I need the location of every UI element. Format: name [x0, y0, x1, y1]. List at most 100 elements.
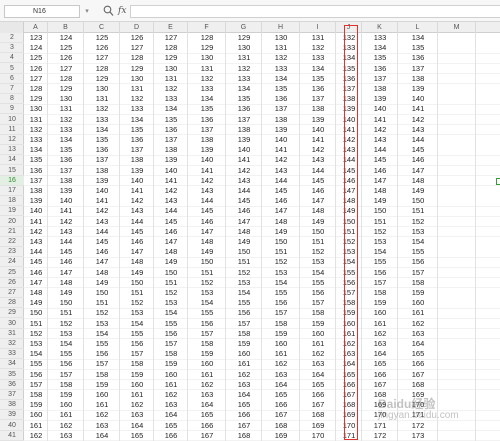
cell-c22[interactable]: 145 [84, 237, 120, 247]
cell-l13[interactable]: 145 [398, 145, 438, 155]
cell-b16[interactable]: 138 [48, 176, 84, 186]
cell-b14[interactable]: 136 [48, 155, 84, 165]
cell-a37[interactable]: 158 [24, 390, 48, 400]
cell-h41[interactable]: 169 [262, 431, 300, 441]
cell-d12[interactable]: 136 [120, 135, 154, 145]
cell-i5[interactable]: 134 [300, 64, 336, 74]
cell-k36[interactable]: 167 [362, 380, 398, 390]
cell-e15[interactable]: 140 [154, 166, 188, 176]
cell-e7[interactable]: 132 [154, 84, 188, 94]
cell-b8[interactable]: 130 [48, 94, 84, 104]
cell-a40[interactable]: 161 [24, 421, 48, 431]
cell-e26[interactable]: 151 [154, 278, 188, 288]
cell-f14[interactable]: 140 [188, 155, 226, 165]
cell-i27[interactable]: 156 [300, 288, 336, 298]
cell-a30[interactable]: 151 [24, 319, 48, 329]
cell-h14[interactable]: 142 [262, 155, 300, 165]
cell-i16[interactable]: 145 [300, 176, 336, 186]
cell-g40[interactable]: 167 [226, 421, 262, 431]
cell-k6[interactable]: 137 [362, 74, 398, 84]
cell-b10[interactable]: 132 [48, 115, 84, 125]
cell-l14[interactable]: 146 [398, 155, 438, 165]
row-header-33[interactable]: 33 [0, 349, 24, 360]
cell-g5[interactable]: 132 [226, 64, 262, 74]
cell-e11[interactable]: 136 [154, 125, 188, 135]
cell-a14[interactable]: 135 [24, 155, 48, 165]
cell-l25[interactable]: 157 [398, 268, 438, 278]
cell-d15[interactable]: 139 [120, 166, 154, 176]
cell-l9[interactable]: 141 [398, 104, 438, 114]
cell-h38[interactable]: 166 [262, 400, 300, 410]
cell-f15[interactable]: 141 [188, 166, 226, 176]
cell-a38[interactable]: 159 [24, 400, 48, 410]
cell-e3[interactable]: 128 [154, 43, 188, 53]
row-header-8[interactable]: 8 [0, 94, 24, 105]
cell-k29[interactable]: 160 [362, 308, 398, 318]
cell-a7[interactable]: 128 [24, 84, 48, 94]
column-header-l[interactable]: L [398, 22, 438, 33]
cell-h25[interactable]: 153 [262, 268, 300, 278]
cell-e39[interactable]: 164 [154, 410, 188, 420]
cell-k24[interactable]: 155 [362, 257, 398, 267]
cell-k13[interactable]: 144 [362, 145, 398, 155]
cell-e13[interactable]: 138 [154, 145, 188, 155]
cell-c38[interactable]: 161 [84, 400, 120, 410]
cell-i26[interactable]: 155 [300, 278, 336, 288]
cell-d9[interactable]: 133 [120, 104, 154, 114]
cell-i11[interactable]: 140 [300, 125, 336, 135]
cell-g22[interactable]: 149 [226, 237, 262, 247]
cell-g30[interactable]: 157 [226, 319, 262, 329]
cell-h39[interactable]: 167 [262, 410, 300, 420]
cell-l31[interactable]: 163 [398, 329, 438, 339]
cell-i25[interactable]: 154 [300, 268, 336, 278]
row-header-2[interactable]: 2 [0, 33, 24, 43]
cell-d37[interactable]: 161 [120, 390, 154, 400]
cell-c5[interactable]: 128 [84, 64, 120, 74]
cell-h7[interactable]: 135 [262, 84, 300, 94]
cell-b17[interactable]: 139 [48, 186, 84, 196]
cell-g41[interactable]: 168 [226, 431, 262, 441]
cell-c3[interactable]: 126 [84, 43, 120, 53]
cell-e23[interactable]: 148 [154, 247, 188, 257]
cell-d22[interactable]: 146 [120, 237, 154, 247]
cell-g36[interactable]: 163 [226, 380, 262, 390]
cell-k18[interactable]: 149 [362, 196, 398, 206]
cell-a23[interactable]: 144 [24, 247, 48, 257]
cell-l15[interactable]: 147 [398, 166, 438, 176]
cell-d39[interactable]: 163 [120, 410, 154, 420]
cell-h18[interactable]: 146 [262, 196, 300, 206]
cell-b25[interactable]: 147 [48, 268, 84, 278]
cell-d4[interactable]: 128 [120, 53, 154, 63]
cell-e12[interactable]: 137 [154, 135, 188, 145]
cell-i31[interactable]: 160 [300, 329, 336, 339]
row-header-28[interactable]: 28 [0, 298, 24, 309]
cell-l41[interactable]: 173 [398, 431, 438, 441]
cell-a34[interactable]: 155 [24, 359, 48, 369]
cell-a26[interactable]: 147 [24, 278, 48, 288]
fx-icon[interactable]: fx [118, 4, 126, 18]
cell-c6[interactable]: 129 [84, 74, 120, 84]
cell-f5[interactable]: 131 [188, 64, 226, 74]
cell-d38[interactable]: 162 [120, 400, 154, 410]
cell-c15[interactable]: 138 [84, 166, 120, 176]
cell-b6[interactable]: 128 [48, 74, 84, 84]
cell-h32[interactable]: 160 [262, 339, 300, 349]
cell-f27[interactable]: 153 [188, 288, 226, 298]
cell-l16[interactable]: 148 [398, 176, 438, 186]
cell-h30[interactable]: 158 [262, 319, 300, 329]
cell-i15[interactable]: 144 [300, 166, 336, 176]
row-header-4[interactable]: 4 [0, 53, 24, 64]
cell-d33[interactable]: 157 [120, 349, 154, 359]
cell-e30[interactable]: 155 [154, 319, 188, 329]
cell-i35[interactable]: 164 [300, 370, 336, 380]
cell-e14[interactable]: 139 [154, 155, 188, 165]
cell-k41[interactable]: 172 [362, 431, 398, 441]
row-header-35[interactable]: 35 [0, 370, 24, 380]
cell-h11[interactable]: 139 [262, 125, 300, 135]
cell-l29[interactable]: 161 [398, 308, 438, 318]
cell-h13[interactable]: 141 [262, 145, 300, 155]
cell-k5[interactable]: 136 [362, 64, 398, 74]
cell-h10[interactable]: 138 [262, 115, 300, 125]
cell-i41[interactable]: 170 [300, 431, 336, 441]
cell-k20[interactable]: 151 [362, 217, 398, 227]
